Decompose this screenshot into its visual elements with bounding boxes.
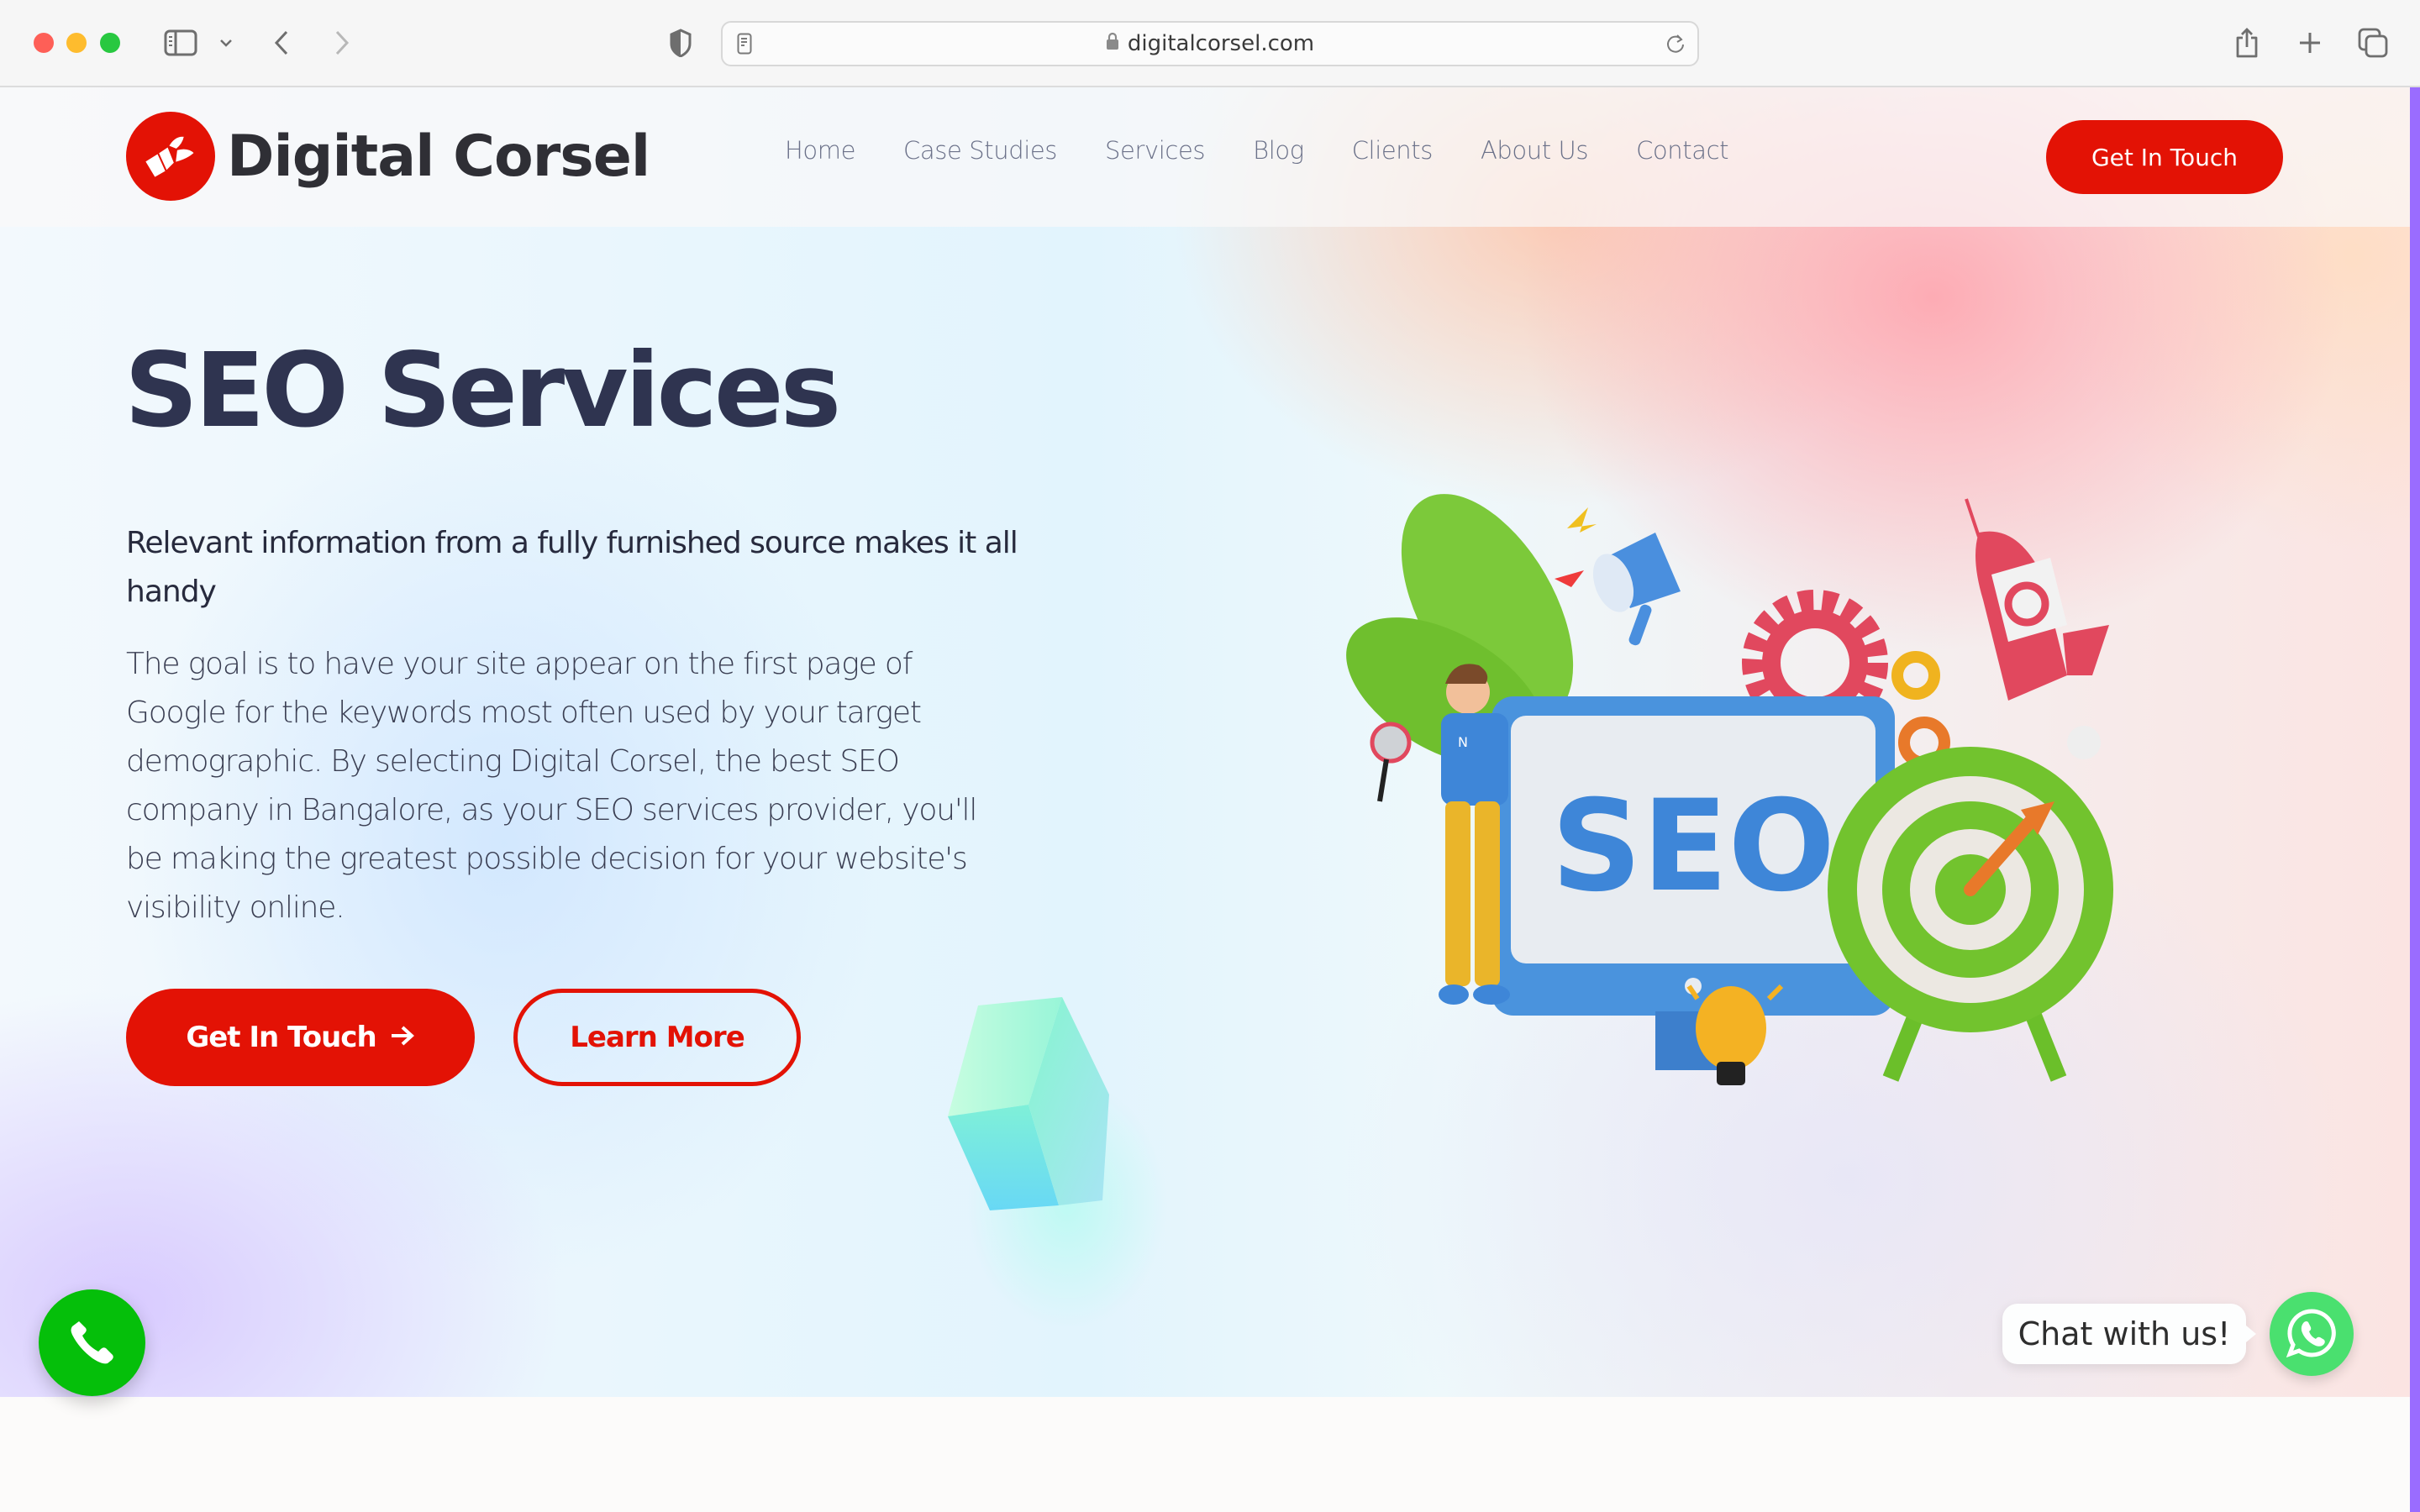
nav-case-studies[interactable]: Case Studies [903,136,1057,165]
tabs-overview-icon[interactable] [2357,25,2389,60]
sidebar-icon[interactable] [163,25,198,60]
logo-mark-icon [126,112,215,201]
call-button[interactable] [39,1289,145,1396]
main-nav: Home Case Studies Services Blog Clients … [785,136,1728,165]
arrow-right-icon [390,1021,415,1054]
whatsapp-icon [2286,1307,2338,1362]
site-logo[interactable]: Digital Corsel [126,112,650,201]
next-section [0,1397,2410,1512]
back-icon[interactable] [269,25,294,60]
nav-blog[interactable]: Blog [1253,136,1304,165]
phone-icon [67,1316,118,1369]
megaphone-icon [1555,507,1681,646]
nav-about-us[interactable]: About Us [1481,136,1588,165]
header-get-in-touch-button[interactable]: Get In Touch [2046,120,2283,194]
address-bar[interactable]: digitalcorsel.com [721,21,1699,66]
url-text: digitalcorsel.com [1127,31,1315,56]
page-title: SEO Services [124,331,841,450]
target-icon [1828,747,2113,1082]
reload-icon[interactable] [1664,26,1687,61]
nav-clients[interactable]: Clients [1352,136,1434,165]
nav-home[interactable]: Home [785,136,855,165]
page-scrollbar[interactable] [2410,87,2420,1512]
seo-monitor-label: SEO [1551,774,1835,920]
browser-toolbar: digitalcorsel.com [0,0,2420,87]
decorative-cube [948,997,1109,1210]
minimize-window-button[interactable] [66,33,87,53]
forward-icon[interactable] [329,25,355,60]
browser-window: digitalcorsel.com Digital Corsel Home Ca… [0,0,2420,1512]
chat-with-us-bubble[interactable]: Chat with us! [2002,1304,2256,1364]
rocket-icon [1965,498,2109,759]
lock-icon [1106,31,1119,56]
get-in-touch-button[interactable]: Get In Touch [126,989,475,1086]
site-header: Digital Corsel Home Case Studies Service… [0,87,2410,227]
close-window-button[interactable] [34,33,54,53]
zoom-window-button[interactable] [100,33,120,53]
nav-services[interactable]: Services [1105,136,1205,165]
get-in-touch-label: Get In Touch [186,1021,376,1054]
chevron-down-icon[interactable] [213,25,239,60]
share-icon[interactable] [2233,25,2261,60]
seo-illustration: SEO N [1346,494,2113,1085]
hero-description: The goal is to have your site appear on … [126,647,977,925]
url-display: digitalcorsel.com [723,23,1697,65]
whatsapp-button[interactable] [2270,1292,2354,1376]
learn-more-button[interactable]: Learn More [513,989,801,1086]
hero-subtitle: Relevant information from a fully furnis… [126,526,1018,609]
svg-text:N: N [1458,734,1468,750]
nav-contact[interactable]: Contact [1636,136,1728,165]
shield-icon[interactable] [667,25,694,60]
web-page: Digital Corsel Home Case Studies Service… [0,87,2410,1512]
new-tab-icon[interactable] [2296,25,2324,60]
brand-name: Digital Corsel [227,123,650,190]
